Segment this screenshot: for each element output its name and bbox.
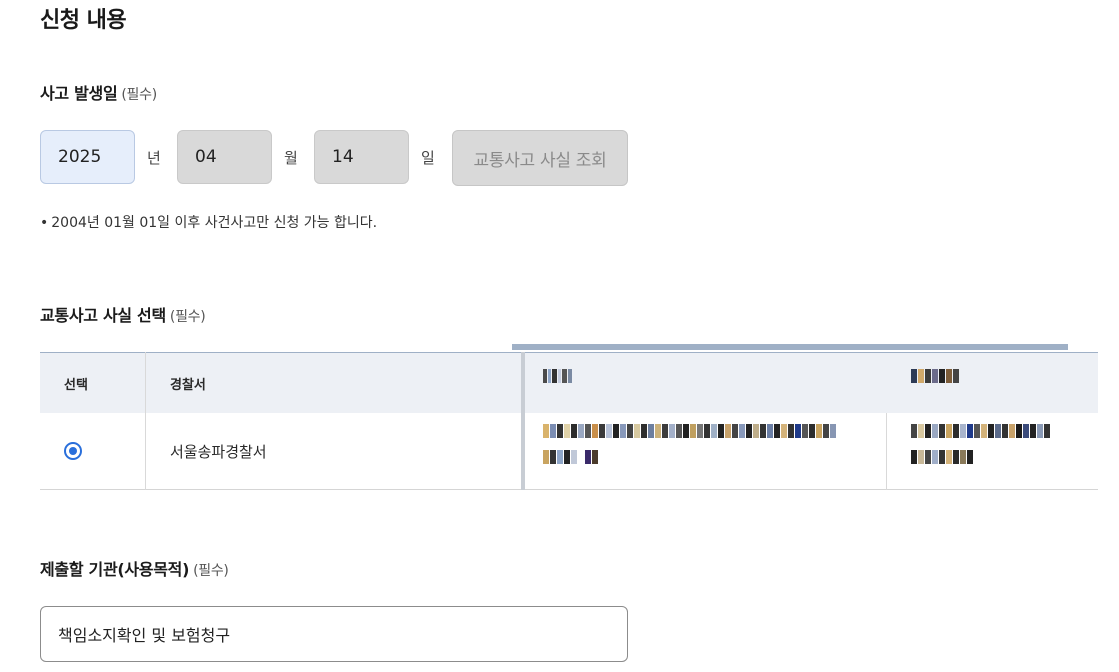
redacted-top-border	[512, 344, 1068, 350]
day-input[interactable]: 14	[314, 130, 409, 184]
col-header-police: 경찰서	[170, 378, 206, 393]
required-mark: (필수)	[193, 563, 229, 579]
month-unit-label: 월	[284, 149, 298, 167]
col-header-select: 선택	[64, 378, 88, 393]
accident-table: 선택 경찰서 서울송파경찰서	[40, 344, 1098, 490]
page-title: 신청 내용	[40, 8, 127, 33]
day-unit-label: 일	[421, 149, 435, 167]
redacted-edge	[521, 352, 525, 490]
accident-select-label-text: 교통사고 사실 선택	[40, 306, 166, 325]
month-input[interactable]: 04	[177, 130, 272, 184]
redacted-cell	[911, 450, 973, 464]
accident-date-label: 사고 발생일 (필수)	[40, 80, 157, 104]
redacted-header	[543, 369, 572, 383]
redacted-header	[911, 369, 959, 383]
bullet-icon: •	[40, 215, 49, 231]
redacted-cell	[543, 450, 598, 464]
row-select-radio[interactable]	[64, 442, 82, 460]
police-station-cell: 서울송파경찰서	[170, 443, 267, 461]
column-divider	[145, 352, 146, 490]
redacted-cell	[911, 424, 1050, 438]
column-divider	[886, 413, 887, 490]
accident-lookup-button[interactable]: 교통사고 사실 조회	[452, 130, 628, 186]
submit-org-label-text: 제출할 기관(사용목적)	[40, 560, 190, 579]
accident-select-label: 교통사고 사실 선택 (필수)	[40, 302, 206, 326]
year-input[interactable]: 2025	[40, 130, 135, 184]
required-mark: (필수)	[169, 309, 206, 325]
date-hint: • 2004년 01월 01일 이후 사건사고만 신청 가능 합니다.	[40, 212, 377, 232]
year-unit-label: 년	[147, 149, 161, 167]
required-mark: (필수)	[121, 87, 157, 103]
submit-org-input[interactable]: 책임소지확인 및 보험청구	[40, 606, 628, 662]
submit-org-label: 제출할 기관(사용목적) (필수)	[40, 556, 229, 580]
redacted-cell	[543, 424, 836, 438]
date-hint-text: 2004년 01월 01일 이후 사건사고만 신청 가능 합니다.	[51, 215, 378, 231]
accident-date-label-text: 사고 발생일	[40, 84, 118, 103]
